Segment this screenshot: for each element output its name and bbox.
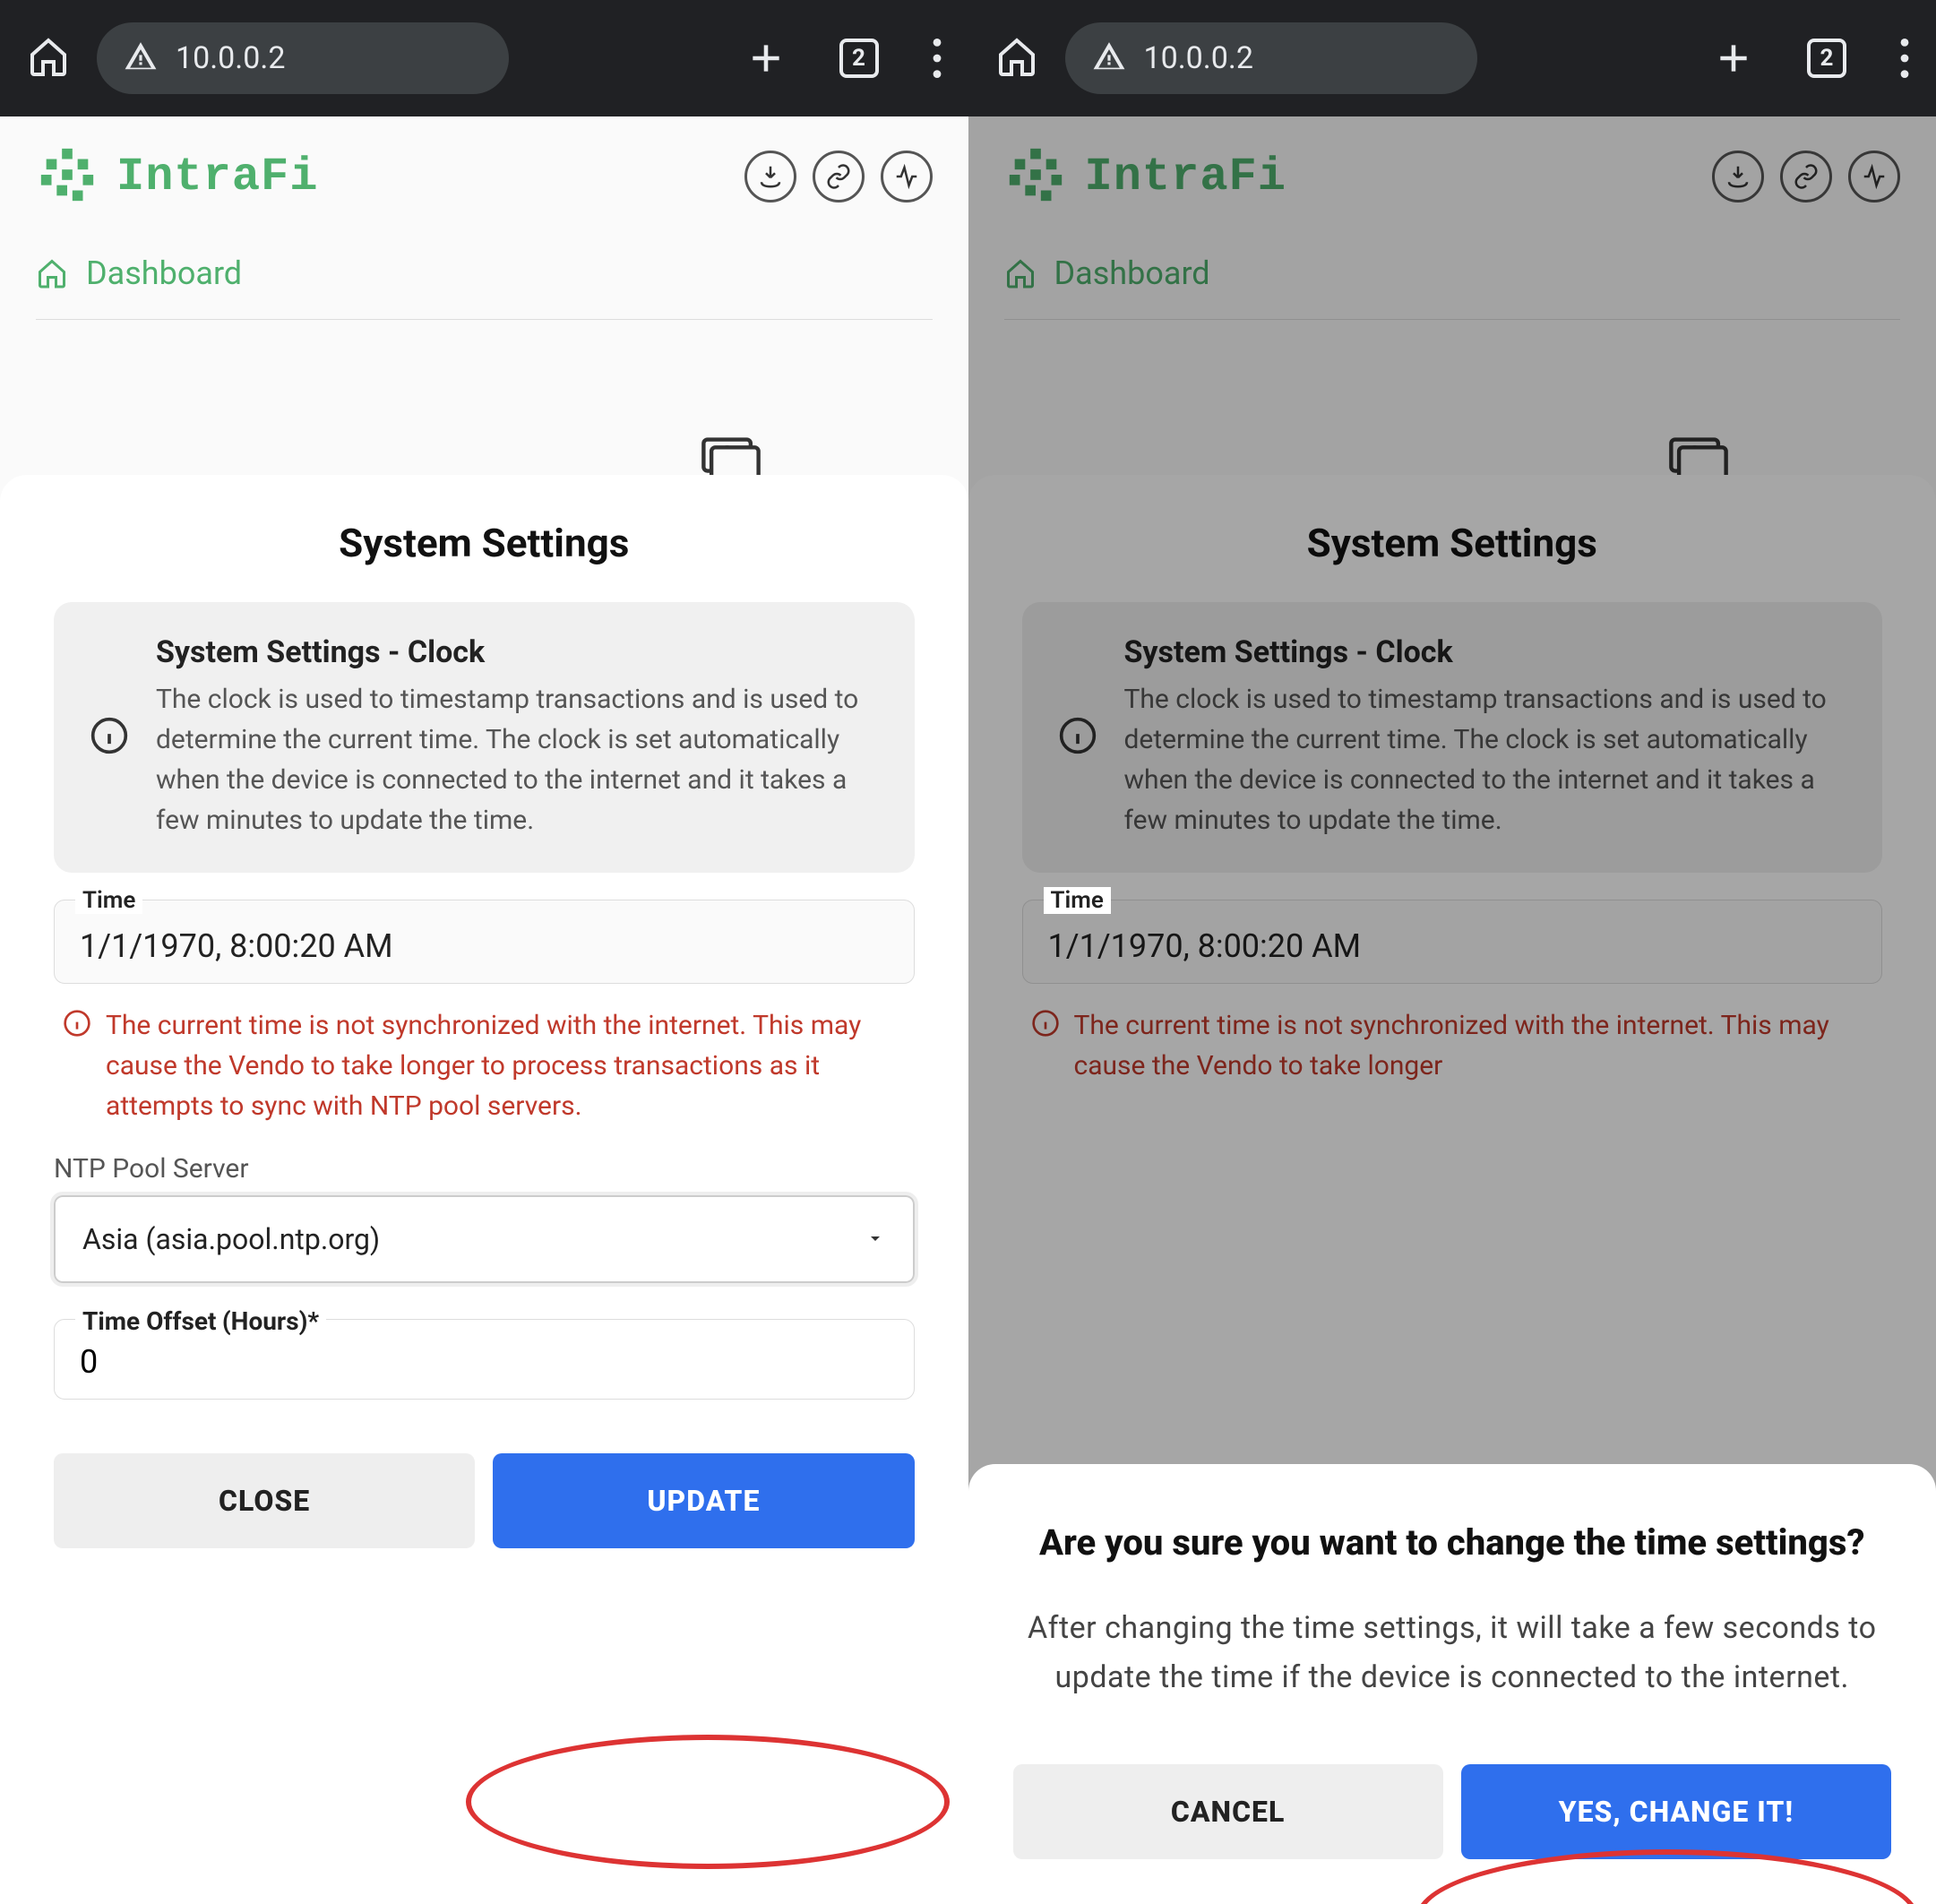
settings-modal: System Settings System Settings - Clock … [0, 475, 968, 1904]
screen-settings: 10.0.0.2 2 IntraFi [0, 0, 968, 1904]
modal-title: System Settings [54, 520, 915, 566]
offset-label: Time Offset [82, 1306, 216, 1336]
update-button[interactable]: UPDATE [493, 1453, 914, 1548]
home-icon[interactable] [27, 35, 70, 82]
brand-name: IntraFi [116, 151, 318, 203]
link-icon[interactable] [813, 151, 865, 202]
confirm-title: Are you sure you want to change the time… [1013, 1518, 1892, 1568]
time-label: Time [75, 887, 142, 914]
time-value: 1/1/1970, 8:00:20 AM [54, 900, 915, 984]
ntp-label: NTP Pool Server [54, 1153, 915, 1185]
close-button[interactable]: CLOSE [54, 1453, 475, 1548]
logo-icon [36, 143, 99, 210]
browser-bar: 10.0.0.2 2 [968, 0, 1936, 116]
confirm-button[interactable]: YES, CHANGE IT! [1461, 1764, 1891, 1859]
confirm-sheet: Are you sure you want to change the time… [968, 1464, 1936, 1904]
sync-warning: The current time is not synchronized wit… [54, 1005, 915, 1126]
time-field: Time 1/1/1970, 8:00:20 AM [54, 900, 915, 984]
sync-warning-text: The current time is not synchronized wit… [106, 1005, 906, 1126]
insecure-icon [124, 39, 158, 77]
tabs-icon[interactable]: 2 [839, 39, 879, 78]
offset-required: * [307, 1306, 319, 1336]
browser-bar: 10.0.0.2 2 [0, 0, 968, 116]
nav-dashboard[interactable]: Dashboard [0, 237, 968, 310]
url-bar[interactable]: 10.0.0.2 [97, 22, 509, 94]
overflow-menu-icon[interactable] [1900, 39, 1909, 78]
info-card: System Settings - Clock The clock is use… [54, 602, 915, 873]
info-heading: System Settings - Clock [156, 634, 879, 670]
highlight-annotation [466, 1735, 950, 1869]
confirm-body: After changing the time settings, it wil… [1013, 1604, 1892, 1702]
url-bar[interactable]: 10.0.0.2 [1065, 22, 1477, 94]
url-text: 10.0.0.2 [1144, 40, 1253, 76]
url-text: 10.0.0.2 [176, 40, 285, 76]
nav-dashboard-label: Dashboard [86, 254, 242, 292]
new-tab-icon[interactable] [1714, 39, 1753, 78]
download-icon[interactable] [744, 151, 796, 202]
screen-confirm: 10.0.0.2 2 IntraFi [968, 0, 1936, 1904]
info-icon [90, 716, 129, 759]
home-icon[interactable] [995, 35, 1038, 82]
ntp-value: Asia (asia.pool.ntp.org) [82, 1222, 380, 1256]
tabs-icon[interactable]: 2 [1807, 39, 1846, 78]
activity-icon[interactable] [881, 151, 933, 202]
insecure-icon [1092, 39, 1126, 77]
tab-count: 2 [1820, 45, 1834, 72]
chevron-down-icon [865, 1222, 886, 1256]
new-tab-icon[interactable] [746, 39, 786, 78]
cancel-button[interactable]: CANCEL [1013, 1764, 1443, 1859]
brand-logo[interactable]: IntraFi [36, 143, 318, 210]
info-body: The clock is used to timestamp transacti… [156, 679, 879, 840]
offset-hint: (Hours) [222, 1306, 308, 1336]
overflow-menu-icon[interactable] [933, 39, 942, 78]
offset-field: Time Offset (Hours)* 0 [54, 1319, 915, 1400]
ntp-select[interactable]: Asia (asia.pool.ntp.org) [54, 1195, 915, 1283]
time-label: Time [1044, 887, 1111, 914]
tab-count: 2 [852, 45, 865, 72]
